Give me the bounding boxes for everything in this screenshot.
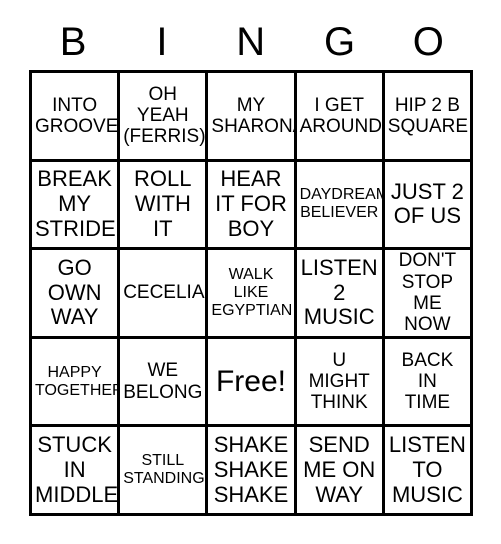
bingo-cell-label: U MIGHT THINK [308,349,370,414]
bingo-cell-label: DON'T STOP ME NOW [398,250,457,336]
bingo-cell[interactable]: CECELIA [120,250,209,339]
bingo-cell[interactable]: STILL STANDING [120,427,209,516]
bingo-cell-label: BACK IN TIME [401,349,454,414]
bingo-header-letters: B I N G O [29,17,473,67]
bingo-cell[interactable]: DON'T STOP ME NOW [384,250,473,339]
bingo-cell[interactable]: LISTEN 2 MUSIC [296,250,385,339]
bingo-cell[interactable]: STUCK IN MIDDLE [32,427,121,516]
bingo-cell[interactable]: SEND ME ON WAY [296,427,385,516]
bingo-cell[interactable]: LISTEN TO MUSIC [384,427,473,516]
bingo-cell[interactable]: SHAKE SHAKE SHAKE [208,427,297,516]
bingo-cell[interactable]: ROLL WITH IT [120,161,209,251]
bingo-cell-label: LISTEN 2 MUSIC [300,255,378,330]
bingo-cell[interactable]: HAPPY TOGETHER [32,338,121,428]
bingo-cell[interactable]: HEAR IT FOR BOY [208,161,297,251]
bingo-grid: INTO GROOVE OH YEAH (FERRIS) MY SHARONA I G… [29,70,473,516]
header-letter-n: N [236,20,266,64]
bingo-cell-label: DAYDREAM BELIEVER [299,186,385,222]
bingo-card: B I N G O INTO GROOVE OH YEAH (FERRIS) MY … [0,0,501,544]
bingo-cell[interactable]: I GET AROUND [296,73,385,162]
bingo-cell-label: ROLL WITH IT [134,166,192,241]
bingo-cell[interactable]: MY SHARONA [208,73,297,162]
bingo-cell-label: STUCK IN MIDDLE [35,432,119,507]
bingo-cell-label: CECELIA [123,282,205,304]
bingo-cell-label: HEAR IT FOR BOY [215,166,287,241]
bingo-cell-label: HAPPY TOGETHER [35,363,121,399]
bingo-cell[interactable]: U MIGHT THINK [296,338,385,428]
bingo-cell-label: LISTEN TO MUSIC [388,432,466,507]
bingo-cell[interactable]: BREAK MY STRIDE [32,161,121,251]
bingo-cell-label: OH YEAH (FERRIS) [123,83,206,148]
bingo-cell-label: WE BELONG [123,360,203,403]
bingo-cell[interactable]: HIP 2 B SQUARE [384,73,473,162]
bingo-cell[interactable]: WE BELONG [120,338,209,428]
bingo-cell-label: I GET AROUND [299,94,382,137]
bingo-cell[interactable]: DAYDREAM BELIEVER [296,161,385,251]
bingo-cell[interactable]: JUST 2 OF US [384,161,473,251]
bingo-cell[interactable]: GO OWN WAY [32,250,121,339]
bingo-cell-label: SEND ME ON WAY [303,432,376,507]
header-letter-b: B [59,20,87,64]
bingo-cell-label: HIP 2 B SQUARE [387,94,469,137]
bingo-cell-label: SHAKE SHAKE SHAKE [213,432,289,507]
bingo-cell-label: BREAK MY STRIDE [35,166,116,241]
header-letter-i: I [156,20,168,64]
bingo-cell[interactable]: INTO GROOVE [32,73,121,162]
bingo-cell-label: MY SHARONA [211,94,297,137]
header-letter-g: G [323,20,356,64]
bingo-cell-label: GO OWN WAY [47,255,102,330]
bingo-cell-label: JUST 2 OF US [390,178,464,229]
bingo-cell-label: WALK LIKE EGYPTIAN [211,266,293,319]
bingo-cell-label: INTO GROOVE [35,94,119,137]
bingo-cell[interactable]: BACK IN TIME [384,338,473,428]
bingo-cell-label: STILL STANDING [123,452,205,488]
bingo-cell[interactable]: OH YEAH (FERRIS) [120,73,209,162]
bingo-cell-label: Free! [215,364,286,398]
header-letter-o: O [412,20,445,64]
bingo-cell[interactable]: WALK LIKE EGYPTIAN [208,250,297,339]
bingo-free-space[interactable]: Free! [208,338,297,428]
